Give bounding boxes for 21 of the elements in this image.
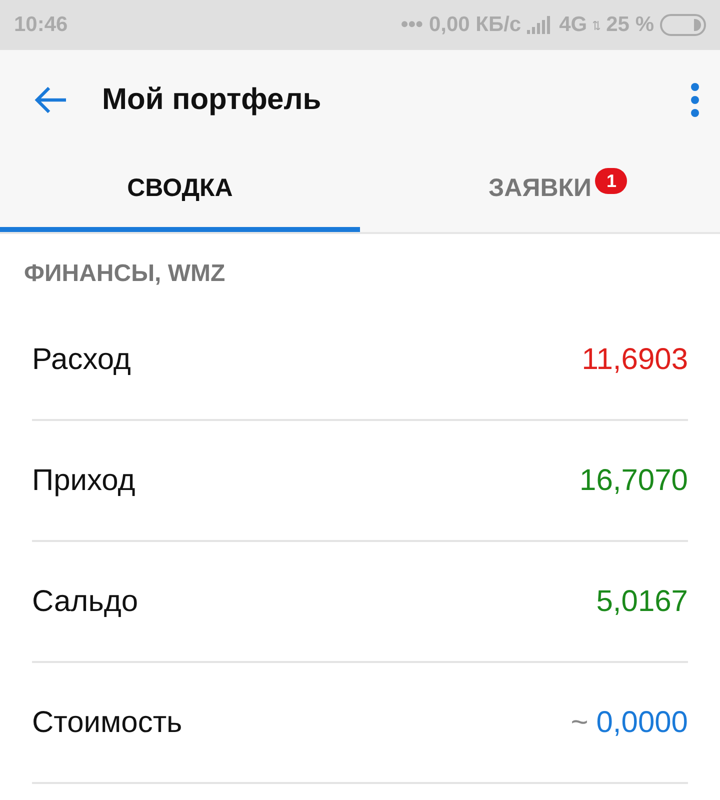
approx-sign: ~: [570, 706, 588, 740]
data-arrows-icon: [593, 20, 600, 30]
notification-dots: •••: [400, 13, 423, 37]
back-arrow-icon: [34, 86, 68, 114]
more-vertical-icon: [690, 83, 700, 117]
row-label: Приход: [32, 464, 136, 498]
tab[interactable]: ЗАЯВКИ 1: [360, 150, 720, 232]
row-label: Стоимость: [32, 706, 182, 740]
row-label: Расход: [32, 342, 131, 376]
row-value: 11,6903: [582, 342, 688, 376]
count-badge: 1: [595, 168, 628, 194]
row-value: 0,0000: [596, 706, 688, 740]
battery-icon: [660, 14, 706, 36]
row-value: 5,0167: [596, 584, 688, 618]
section-header: ФИНАНСЫ, WMZ: [23, 259, 226, 289]
tab[interactable]: СВОДКА: [0, 150, 360, 232]
back-button[interactable]: [34, 86, 68, 114]
screen-title: Мой портфель: [102, 83, 322, 117]
more-button[interactable]: [690, 83, 700, 117]
row-value: 16,7070: [580, 464, 688, 498]
row-label: Сальдо: [32, 584, 138, 618]
